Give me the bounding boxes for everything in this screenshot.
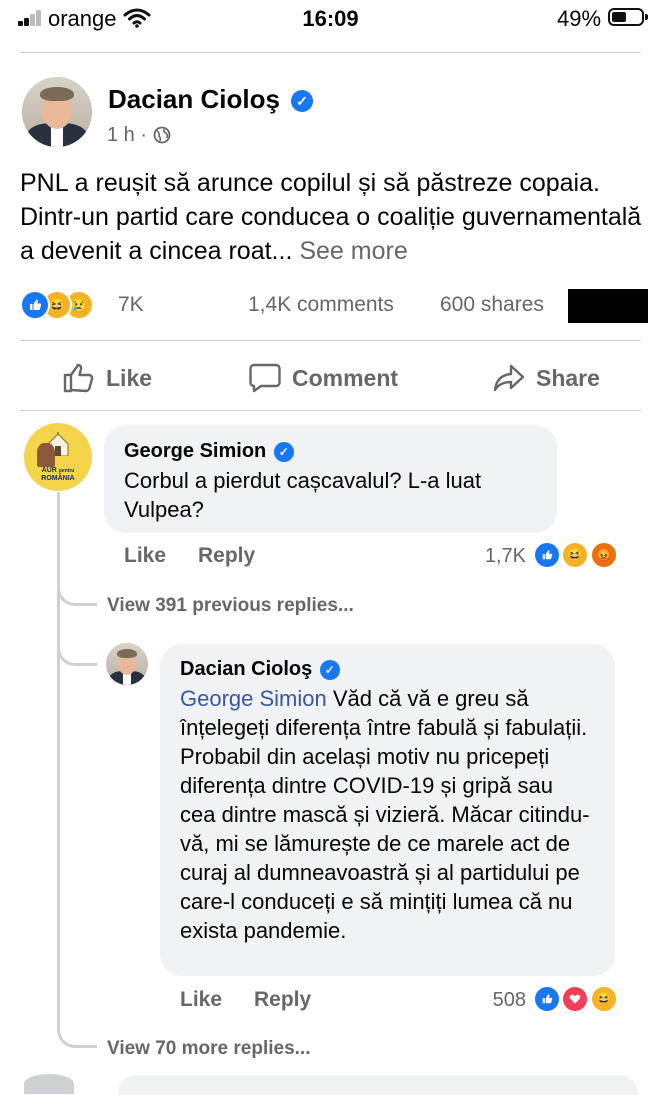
view-more-replies[interactable]: View 70 more replies... (107, 1038, 310, 1060)
aur-figure (37, 443, 55, 467)
post-author-label[interactable]: Dacian Cioloş (108, 84, 280, 114)
like-reaction-icon (533, 985, 561, 1013)
aur-logo-text: AUR pentru ROMÂNIA (24, 467, 92, 483)
comment-icon (249, 363, 281, 393)
post-author-name[interactable]: Dacian Cioloş ✓ (108, 84, 314, 115)
thread-branch-1 (57, 580, 97, 606)
love-reaction-icon (561, 985, 589, 1013)
shares-count[interactable]: 600 shares (440, 293, 544, 317)
actions-divider-top (20, 340, 641, 341)
reactions-summary[interactable]: 😆 😢 7K 1,4K comments 600 shares (20, 289, 660, 323)
reply-author-label[interactable]: Dacian Cioloş (180, 658, 312, 680)
reply-reply-button[interactable]: Reply (254, 988, 311, 1012)
haha-reaction-icon: 😆 (561, 541, 589, 569)
next-comment-partial (24, 1074, 74, 1094)
aur-logo-word-1: AUR (41, 467, 57, 474)
reply-author[interactable]: Dacian Cioloş ✓ (180, 658, 340, 681)
share-label[interactable]: Share (536, 365, 600, 392)
comment-reply-button[interactable]: Reply (198, 544, 255, 568)
view-previous-replies[interactable]: View 391 previous replies... (107, 595, 354, 617)
battery-icon (608, 8, 648, 26)
reply-author-avatar[interactable] (106, 643, 148, 685)
comment-like-button[interactable]: Like (124, 544, 166, 568)
like-reaction-icon (533, 541, 561, 569)
battery-percent: 49% (557, 6, 602, 31)
comment-label[interactable]: Comment (292, 365, 398, 392)
haha-reaction-icon: 😆 (590, 985, 618, 1013)
verified-icon: ✓ (291, 90, 314, 113)
share-icon (493, 364, 525, 392)
thread-branch-2 (57, 640, 97, 666)
actions-divider-bottom (20, 410, 641, 411)
angry-reaction-icon: 😡 (590, 541, 618, 569)
aur-logo-word-3: ROMÂNIA (41, 475, 75, 482)
comment-bubble[interactable]: George Simion ✓ Corbul a pierdut cașcava… (104, 425, 557, 533)
top-divider (20, 52, 641, 53)
comment-reaction-count[interactable]: 1,7K (460, 545, 526, 568)
redaction-box (568, 289, 648, 323)
like-label[interactable]: Like (106, 365, 152, 392)
reply-bubble[interactable]: Dacian Cioloş ✓ George Simion Văd că vă … (160, 644, 615, 976)
comment-button[interactable]: Comment (248, 360, 398, 396)
mention-link[interactable]: George Simion (180, 686, 327, 711)
commenter-avatar-aur[interactable]: AUR pentru ROMÂNIA (24, 423, 92, 491)
post-time[interactable]: 1 h (107, 124, 135, 146)
meta-separator: · (140, 124, 148, 146)
reply-like-button[interactable]: Like (180, 988, 222, 1012)
thumbs-up-icon (63, 363, 94, 393)
like-button[interactable]: Like (62, 360, 152, 396)
status-bar: orange 16:09 49% (0, 0, 661, 40)
comment-author-label[interactable]: George Simion (124, 440, 266, 462)
reply-reaction-count[interactable]: 508 (470, 989, 526, 1012)
aur-logo-word-2: pentru (58, 468, 75, 474)
next-comment-bubble-partial (118, 1075, 638, 1095)
comment-author[interactable]: George Simion ✓ (124, 440, 294, 463)
thread-line (57, 492, 60, 1032)
reply-body: Văd că vă e greu să înțelegeți diferența… (180, 686, 590, 943)
post-text: PNL a reușit să arunce copilul și să păs… (20, 166, 645, 268)
post-author-avatar[interactable] (22, 77, 92, 147)
reply-text: George Simion Văd că vă e greu să înțele… (180, 684, 590, 945)
thread-branch-3 (57, 1020, 97, 1048)
verified-icon: ✓ (319, 659, 340, 680)
reaction-count[interactable]: 7K (118, 293, 144, 317)
verified-icon: ✓ (273, 441, 294, 462)
comments-count[interactable]: 1,4K comments (248, 293, 394, 317)
post-meta: 1 h · (107, 124, 171, 150)
see-more-link[interactable]: See more (299, 237, 407, 265)
globe-icon (153, 126, 171, 150)
like-reaction-icon (20, 290, 50, 320)
share-button[interactable]: Share (492, 360, 600, 396)
comment-text: Corbul a pierdut cașcavalul? L-a luat Vu… (124, 468, 482, 522)
